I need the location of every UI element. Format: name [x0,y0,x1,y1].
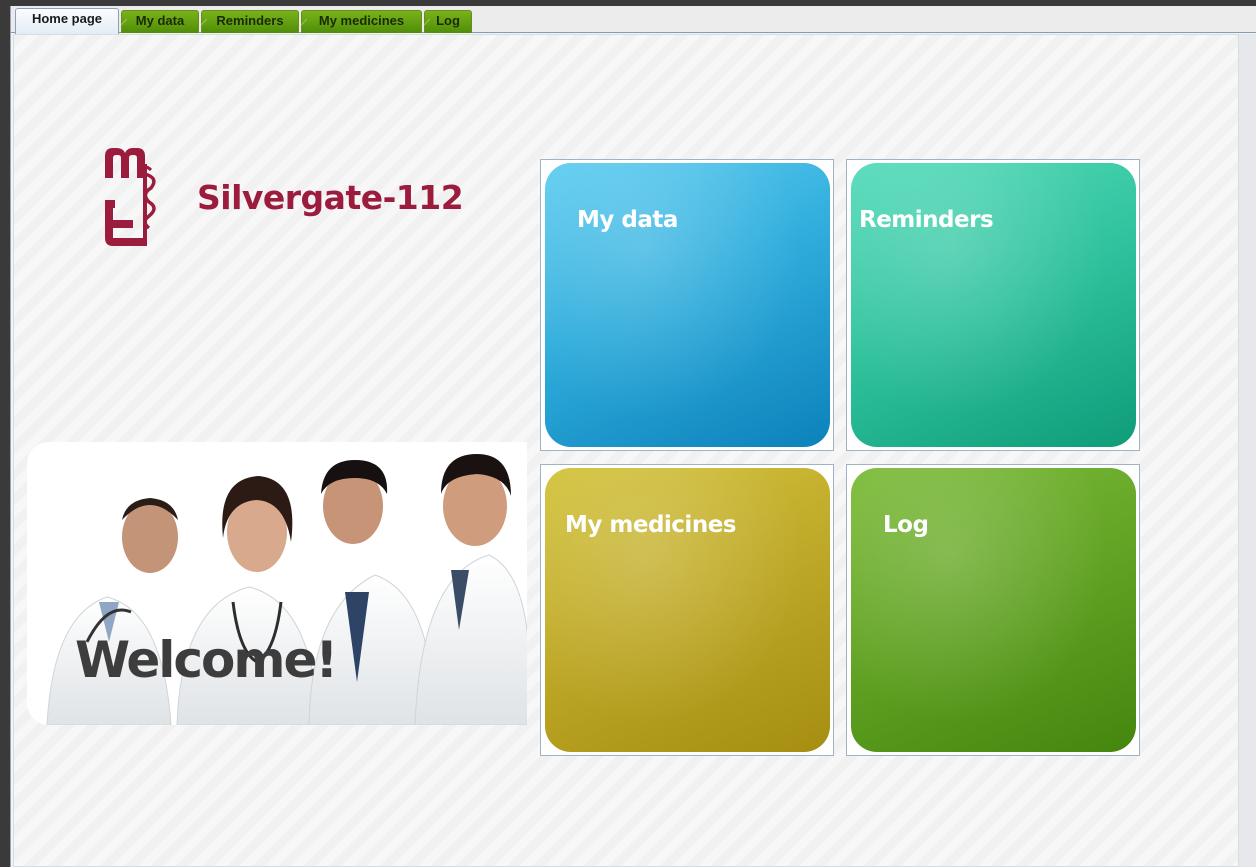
brand-name: Silvergate-112 [197,178,464,217]
tab-corner-decoration [121,11,127,33]
welcome-text: Welcome! [75,631,338,689]
caduceus-me-logo-icon [105,148,156,246]
tab-label: My medicines [318,13,405,28]
my-medicines-tile[interactable]: My medicines [540,464,834,756]
tab-my-medicines[interactable]: My medicines [301,10,422,33]
reminders-tile[interactable]: Reminders [846,159,1140,451]
tab-label: My data [135,13,185,28]
tile-gloss [545,468,830,752]
tile-gloss [851,468,1136,752]
tab-label: Log [436,13,460,28]
app-window: Home page My data Reminders My medicines… [10,6,1256,867]
tab-corner-decoration [301,11,307,33]
tab-bar: Home page My data Reminders My medicines… [11,6,1256,34]
tab-label: Reminders [216,13,284,28]
reminders-tile-face: Reminders [851,163,1136,447]
tab-label: Home page [31,11,103,26]
tab-corner-decoration [201,11,207,33]
log-tile-face: Log [851,468,1136,752]
my-medicines-tile-face: My medicines [545,468,830,752]
reminders-tile-label: Reminders [859,207,994,233]
log-tile-label: Log [883,512,929,538]
tab-my-data[interactable]: My data [121,10,199,33]
tile-gloss [545,163,830,447]
tab-reminders[interactable]: Reminders [201,10,299,33]
tile-gloss [851,163,1136,447]
my-data-tile-label: My data [577,207,678,233]
my-data-tile-face: My data [545,163,830,447]
tab-log[interactable]: Log [424,10,472,33]
log-tile[interactable]: Log [846,464,1140,756]
my-data-tile[interactable]: My data [540,159,834,451]
my-medicines-tile-label: My medicines [565,512,736,538]
tab-corner-decoration [424,11,430,33]
tab-home-page[interactable]: Home page [15,8,119,34]
panel-right-edge [1239,34,1256,867]
